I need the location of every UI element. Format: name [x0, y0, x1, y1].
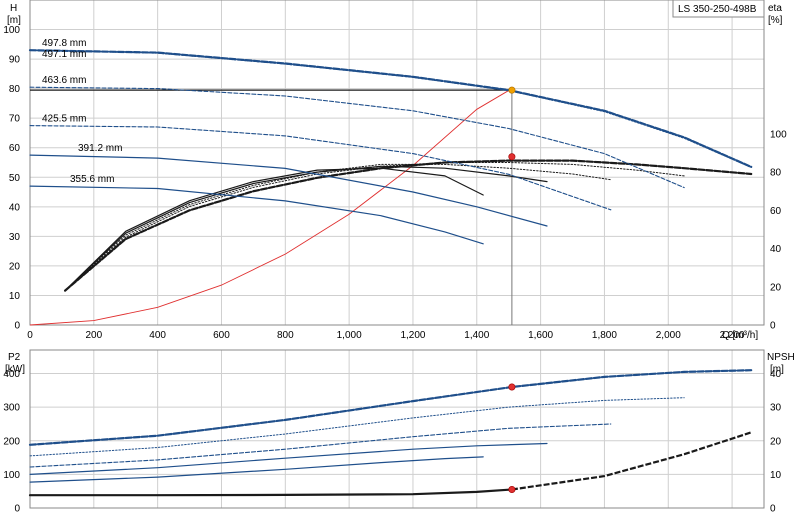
power-curve — [29, 442, 548, 475]
head-curve — [29, 185, 484, 245]
head-tick-label: 60 — [9, 143, 21, 154]
eta-tick-label: 60 — [770, 206, 782, 217]
duty-point-efficiency-marker — [508, 153, 516, 161]
head-tick-label: 40 — [9, 202, 21, 213]
head-tick-label: 50 — [9, 173, 21, 184]
head-curve — [29, 125, 612, 211]
power-tick-label: 300 — [3, 403, 20, 414]
model-label: LS 350-250-498B — [678, 4, 757, 15]
eta-tick-label: 20 — [770, 282, 782, 293]
head-curve-label: 463.6 mm — [42, 75, 86, 86]
head-curve-label: 355.6 mm — [70, 174, 114, 185]
flow-tick-label: 2,000 — [656, 330, 681, 341]
head-tick-label: 10 — [9, 291, 21, 302]
head-tick-label: 20 — [9, 261, 21, 272]
power-curves-layer — [28, 369, 753, 497]
flow-tick-label: 1,400 — [464, 330, 489, 341]
eta-axis-title: eta — [768, 3, 782, 14]
eta-tick-label: 80 — [770, 168, 782, 179]
power-axis-unit: [kW] — [5, 364, 25, 375]
duty-point-npsh-marker — [508, 486, 516, 494]
head-axis-title: H — [10, 3, 17, 14]
head-tick-label: 30 — [9, 232, 21, 243]
power-npsh-panel: 0100200300400010203040 P2 [kW] NPSH [m] — [3, 349, 795, 515]
flow-tick-label: 1,800 — [592, 330, 617, 341]
flow-tick-label: 200 — [85, 330, 102, 341]
npsh-curve — [28, 488, 513, 497]
model-label-box: LS 350-250-498B — [672, 0, 765, 18]
flow-axis-title: Q [m³/h] — [722, 330, 758, 341]
npsh-tick-label: 30 — [770, 403, 782, 414]
head-axis-ticks: 0 200 400 600 800 1,000 1,200 1,400 1,600 1,800 2,… — [3, 25, 787, 341]
head-curve-label: 425.5 mm — [42, 114, 86, 125]
eta-tick-label: 40 — [770, 244, 782, 255]
flow-tick-label: 1,200 — [400, 330, 425, 341]
head-curve-label: 391.2 mm — [78, 143, 122, 154]
head-grid — [29, 0, 764, 326]
eta-tick-label: 100 — [770, 129, 787, 140]
npsh-tick-label: 20 — [770, 436, 782, 447]
efficiency-curve — [63, 159, 753, 292]
efficiency-curve — [64, 165, 548, 292]
eta-axis-unit: [%] — [768, 15, 783, 26]
npsh-axis-unit: [m] — [770, 364, 784, 375]
eta-tick-label: 0 — [770, 321, 776, 332]
npsh-tick-label: 0 — [770, 504, 776, 515]
efficiency-curve — [64, 163, 612, 292]
flow-tick-label: 800 — [277, 330, 294, 341]
power-tick-label: 100 — [3, 470, 20, 481]
head-curve — [29, 49, 752, 168]
head-efficiency-panel: 497.8 mm497.1 mm 463.6 mm 425.5 mm 391.2 mm… — [3, 0, 787, 341]
flow-tick-label: 0 — [27, 330, 33, 341]
head-tick-label: 70 — [9, 114, 21, 125]
power-tick-label: 0 — [14, 504, 20, 515]
head-curves-layer: 497.8 mm497.1 mm 463.6 mm 425.5 mm 391.2 mm… — [28, 38, 753, 326]
head-axis-unit: [m] — [7, 15, 21, 26]
power-tick-label: 200 — [3, 436, 20, 447]
pump-performance-chart: 497.8 mm497.1 mm 463.6 mm 425.5 mm 391.2 mm… — [3, 0, 795, 515]
npsh-tick-label: 10 — [770, 470, 782, 481]
head-tick-label: 0 — [14, 321, 20, 332]
flow-tick-label: 1,600 — [528, 330, 553, 341]
flow-tick-label: 400 — [149, 330, 166, 341]
npsh-axis-title: NPSH — [767, 352, 795, 363]
power-curve — [29, 423, 612, 468]
flow-tick-label: 600 — [213, 330, 230, 341]
duty-point-head-marker — [508, 86, 516, 94]
flow-tick-label: 1,000 — [337, 330, 362, 341]
head-tick-label: 100 — [3, 25, 20, 36]
duty-point-power-marker — [508, 383, 516, 391]
head-tick-label: 90 — [9, 55, 21, 66]
head-plot-frame — [29, 0, 765, 326]
head-curve-label: 497.1 mm — [42, 49, 86, 60]
head-curve-label: 497.8 mm — [42, 38, 86, 49]
power-curve — [29, 397, 685, 457]
power-axis-title: P2 — [8, 352, 21, 363]
power-axis-ticks: 0100200300400010203040 — [3, 369, 781, 514]
head-tick-label: 80 — [9, 84, 21, 95]
